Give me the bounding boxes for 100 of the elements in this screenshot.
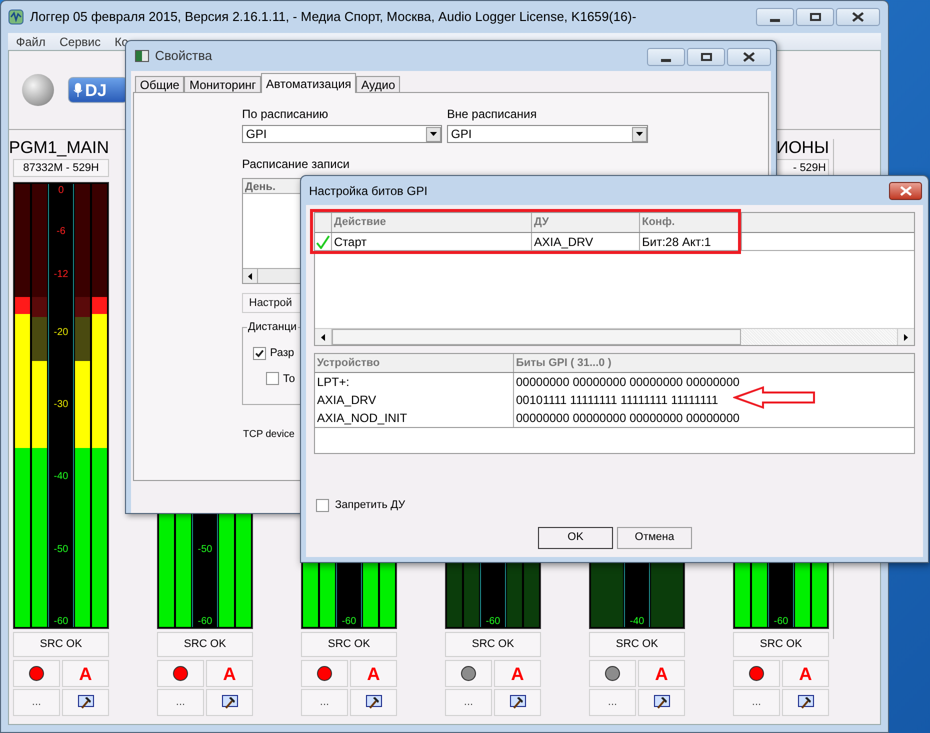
more-button[interactable]: ... — [445, 689, 492, 716]
auto-button[interactable]: A — [206, 660, 253, 687]
status-field: SRC OK — [157, 632, 253, 657]
scale-label: -50 — [52, 544, 70, 555]
more-button[interactable]: ... — [13, 689, 60, 716]
auto-button[interactable]: A — [350, 660, 397, 687]
hammer-icon — [798, 695, 814, 710]
app-icon — [8, 9, 24, 25]
more-button[interactable]: ... — [733, 689, 780, 716]
status-field: SRC OK — [589, 632, 685, 657]
auto-button[interactable]: A — [62, 660, 109, 687]
scale-label: -60 — [340, 616, 358, 627]
menu-item[interactable]: Файл — [16, 32, 46, 50]
scale-label: 0 — [57, 185, 65, 196]
maximize-icon[interactable] — [796, 8, 834, 26]
tool-button[interactable] — [350, 689, 397, 716]
table-cell: AXIA_DRV — [315, 391, 514, 409]
record-button[interactable] — [301, 660, 348, 687]
field-label: Вне расписания — [447, 106, 538, 123]
hammer-icon — [510, 695, 526, 710]
close-icon[interactable] — [836, 8, 880, 26]
scale-label: -20 — [52, 326, 70, 338]
status-field: SRC OK — [301, 632, 397, 657]
channel-counter: 87332M - 529H — [22, 160, 100, 176]
section-label: Расписание записи — [242, 156, 351, 173]
scale-label: -6 — [56, 226, 66, 237]
schedule-dropdown[interactable]: GPI — [242, 125, 442, 143]
checkbox[interactable] — [266, 372, 279, 386]
scale-label: -60 — [484, 616, 502, 627]
scale-label: -60 — [772, 616, 790, 627]
hammer-icon — [366, 695, 382, 710]
tool-button[interactable] — [782, 689, 829, 716]
dialog-title: Настройка битов GPI — [309, 182, 428, 200]
checkbox[interactable] — [316, 498, 329, 512]
tab[interactable]: Общие — [135, 76, 184, 93]
hammer-icon — [78, 695, 94, 710]
record-button[interactable] — [445, 660, 492, 687]
menu-item[interactable]: Сервис — [60, 32, 101, 50]
scale-label: -40 — [52, 471, 70, 482]
group-label: Дистанци — [247, 320, 298, 335]
checkbox-label: То — [283, 372, 295, 386]
channel-counter: - 529H — [792, 160, 827, 176]
off-schedule-dropdown[interactable]: GPI — [447, 125, 648, 143]
status-field: SRC OK — [445, 632, 541, 657]
window-icon — [135, 50, 149, 62]
auto-button[interactable]: A — [494, 660, 541, 687]
dialog-button[interactable]: Отмена — [617, 526, 692, 548]
auto-button[interactable]: A — [638, 660, 685, 687]
auto-button[interactable]: A — [782, 660, 829, 687]
maximize-icon[interactable] — [687, 48, 725, 66]
scale-label: -30 — [52, 399, 70, 410]
table-cell: AXIA_DRV — [532, 233, 640, 250]
tab[interactable]: Аудио — [356, 76, 400, 93]
scale-label: -40 — [628, 616, 646, 627]
minimize-icon[interactable] — [647, 48, 685, 66]
channel-name: ИОНЫ — [776, 138, 829, 158]
column-header: Действие — [332, 213, 532, 232]
close-icon[interactable] — [727, 48, 771, 66]
scale-label: -60 — [52, 616, 70, 627]
record-button[interactable] — [733, 660, 780, 687]
checkbox[interactable] — [253, 346, 266, 360]
close-icon[interactable] — [889, 182, 922, 200]
table-cell-text: 00101111 11111111 11111111 11111111 — [515, 392, 720, 409]
record-button[interactable] — [589, 660, 636, 687]
dialog-button[interactable]: OK — [538, 526, 613, 548]
table-cell: AXIA_NOD_INIT — [315, 409, 514, 427]
minimize-icon[interactable] — [756, 8, 794, 26]
table-cell: Бит:28 Акт:1 — [640, 233, 742, 250]
more-button[interactable]: ... — [589, 689, 636, 716]
more-button[interactable]: ... — [301, 689, 348, 716]
tool-button[interactable] — [62, 689, 109, 716]
window-title: Логгер 05 февраля 2015, Версия 2.16.1.11, - Медиа Спорт, Москва, Audio Logger License, K1659(16)- — [30, 8, 636, 26]
tab[interactable]: Автоматизация — [261, 73, 356, 93]
hammer-icon — [222, 695, 238, 710]
status-field: SRC OK — [733, 632, 829, 657]
table-cell-text: 00000000 00000000 00000000 00000000 — [515, 374, 741, 391]
field-label: По расписанию — [242, 106, 330, 123]
logo: DJ — [68, 77, 128, 103]
field-label: TCP device — [243, 428, 296, 442]
channel-name: PGM1_MAIN — [8, 138, 109, 158]
more-button[interactable]: ... — [157, 689, 204, 716]
checkbox-label: Запретить ДУ — [335, 498, 406, 513]
record-button[interactable] — [13, 660, 60, 687]
table-cell-text: 00000000 00000000 00000000 00000000 — [515, 410, 741, 427]
checkbox-label: Разр — [270, 346, 294, 361]
scale-label: -50 — [196, 544, 214, 555]
tool-button[interactable] — [494, 689, 541, 716]
column-header: Конф. — [640, 213, 742, 232]
tab[interactable]: Мониторинг — [184, 76, 262, 93]
record-button[interactable] — [157, 660, 204, 687]
status-field: SRC OK — [13, 632, 109, 657]
window-title: Свойства — [155, 47, 212, 66]
status-lamp-icon — [22, 74, 54, 106]
hammer-icon — [654, 695, 670, 710]
column-header: Биты GPI ( 31...0 ) — [515, 356, 612, 371]
tool-button[interactable] — [638, 689, 685, 716]
scale-label: -60 — [196, 616, 214, 627]
tool-button[interactable] — [206, 689, 253, 716]
scrollbar-thumb[interactable] — [332, 329, 741, 345]
scale-label: -12 — [52, 268, 70, 280]
